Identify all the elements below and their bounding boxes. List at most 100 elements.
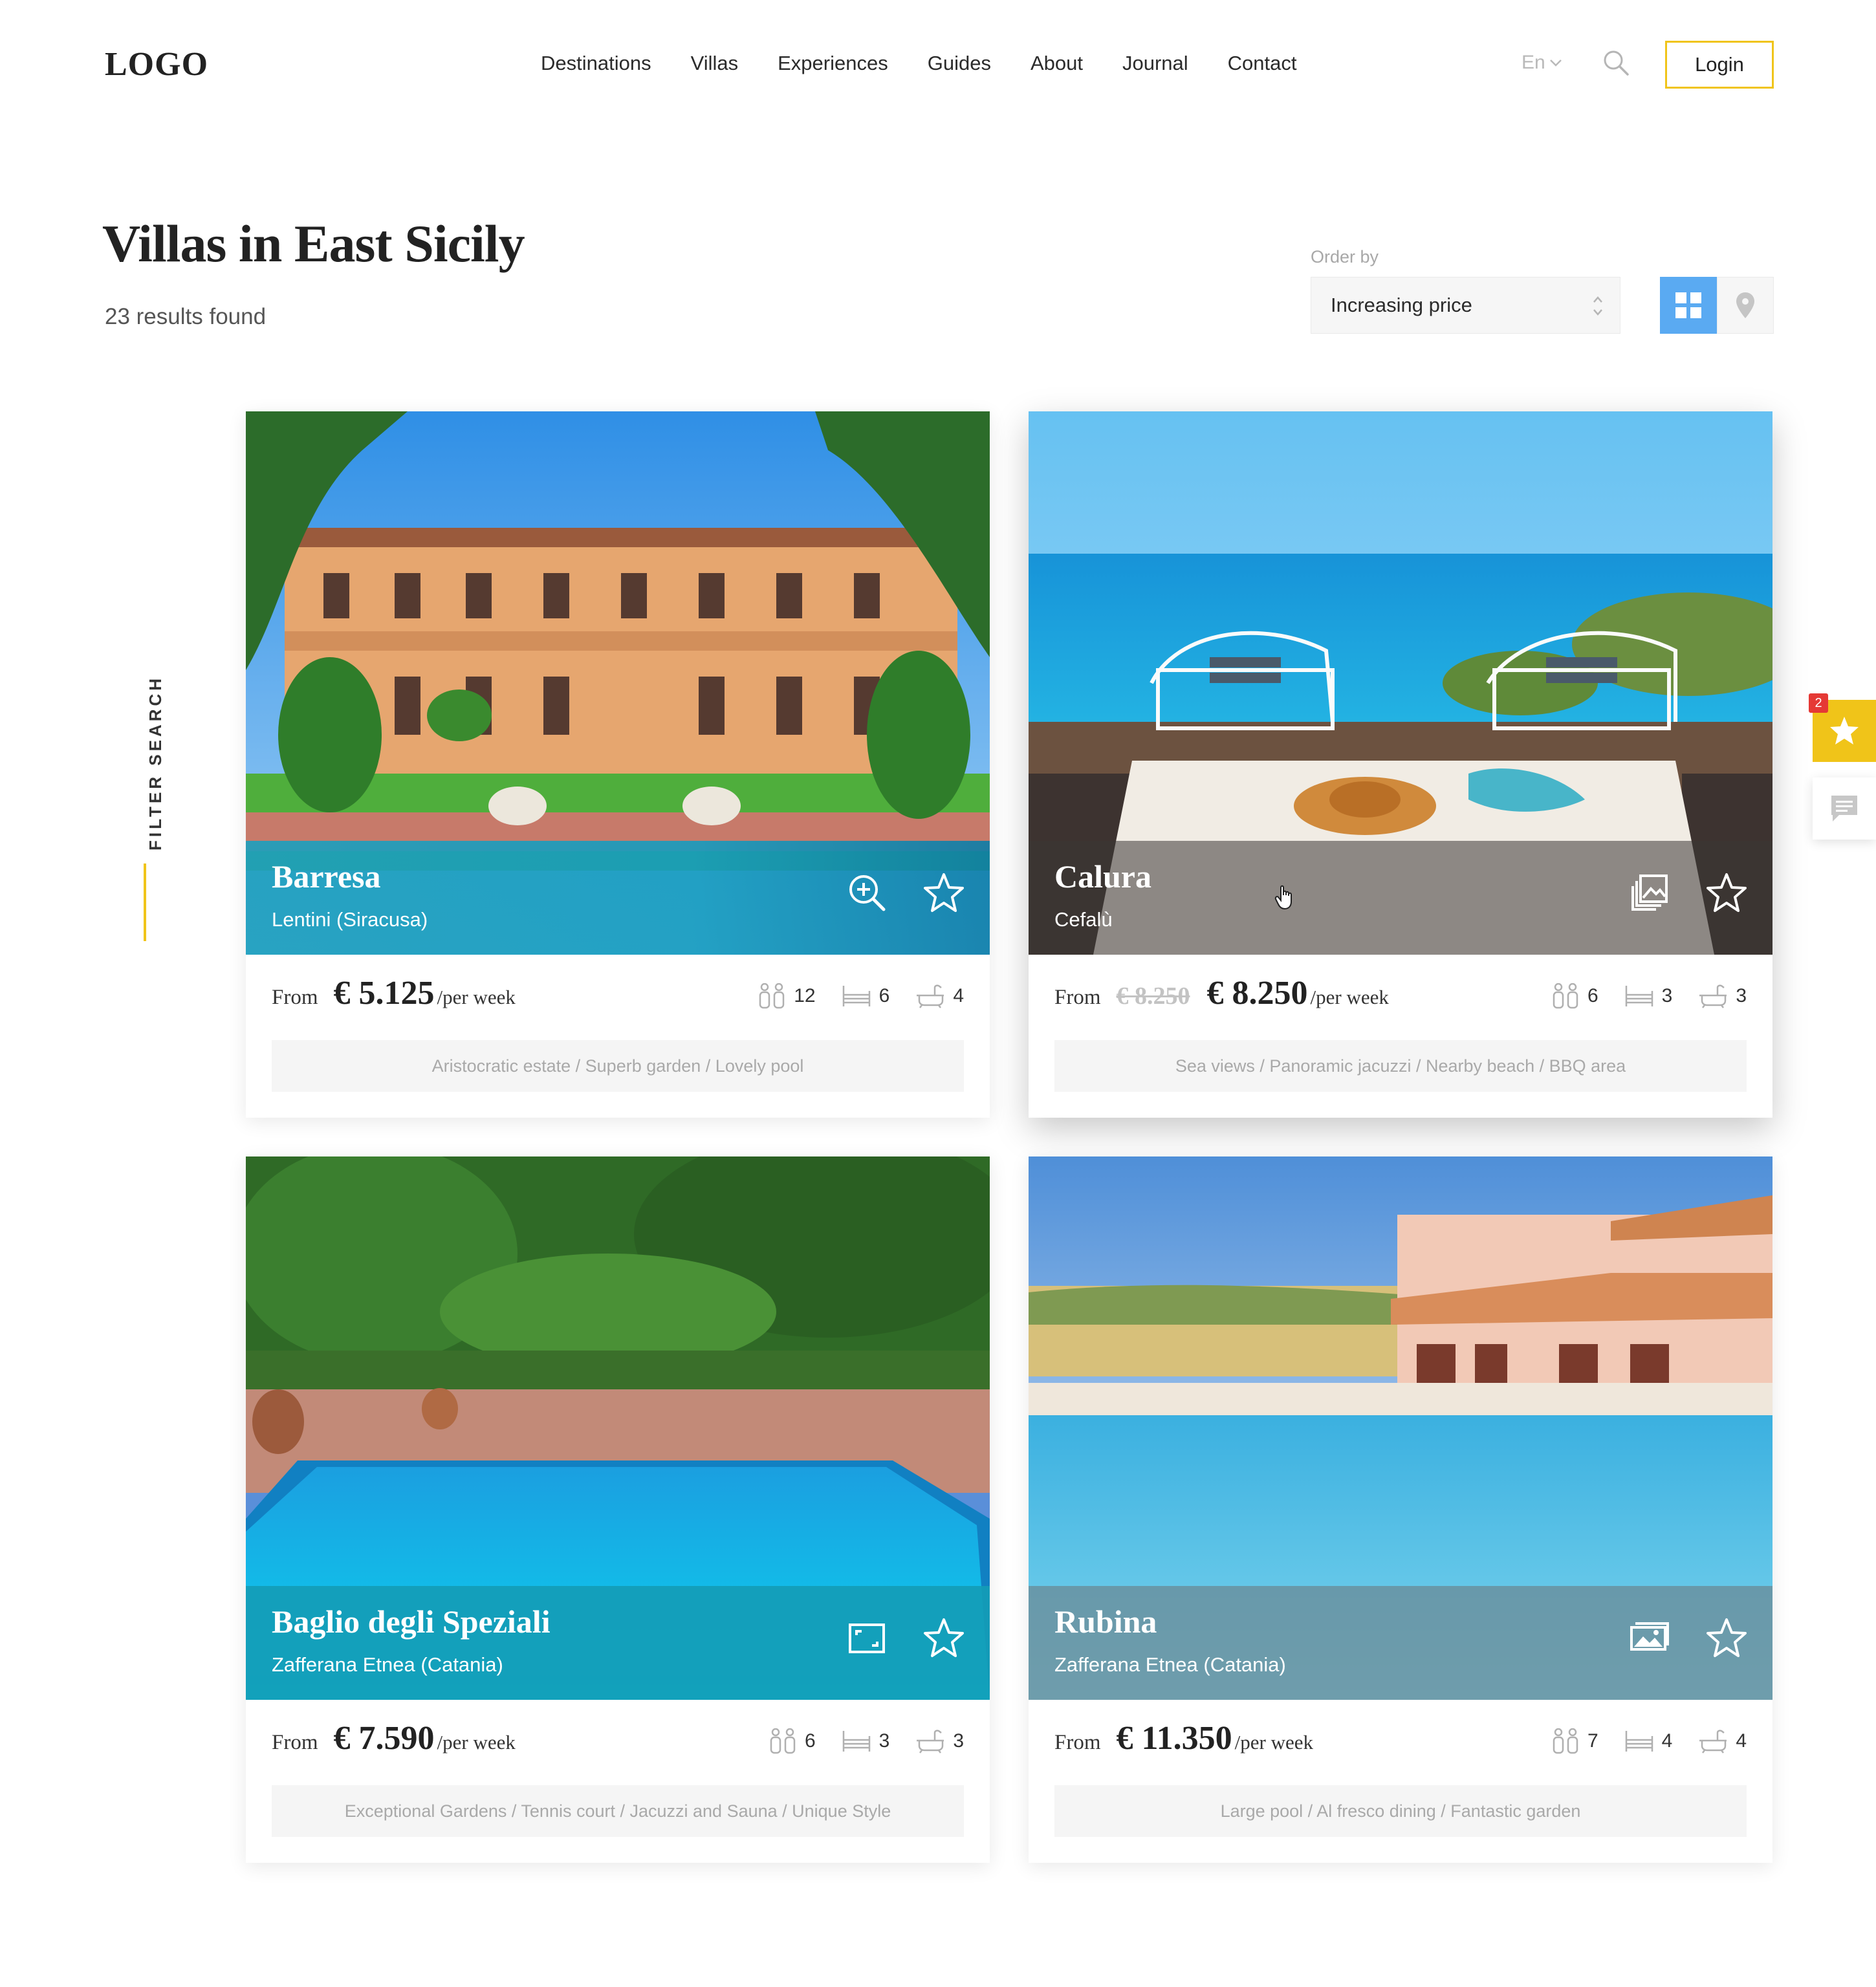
bathtub-icon (917, 984, 944, 1008)
favorite-star-icon[interactable] (1705, 1617, 1748, 1660)
from-label: From (1054, 986, 1101, 1009)
bedrooms-count: 4 (1661, 1730, 1673, 1752)
grid-view-button[interactable] (1660, 277, 1717, 334)
villa-highlights: Large pool / Al fresco dining / Fantasti… (1054, 1785, 1747, 1837)
bathrooms-stat: 3 (1698, 984, 1747, 1008)
page-title: Villas in East Sicily (102, 214, 525, 273)
villa-name[interactable]: Calura (1054, 858, 1151, 895)
bathrooms-count: 3 (953, 1730, 964, 1752)
villa-stats: 12 6 4 (758, 983, 964, 1009)
bedrooms-count: 3 (878, 1730, 890, 1752)
bedrooms-stat: 4 (1624, 1730, 1673, 1753)
nav-contact[interactable]: Contact (1228, 52, 1297, 75)
guests-count: 6 (804, 1730, 816, 1752)
villa-stats: 6 3 3 (769, 1728, 964, 1754)
nav-guides[interactable]: Guides (928, 52, 991, 75)
villa-name[interactable]: Baglio degli Speziali (272, 1603, 551, 1640)
login-button[interactable]: Login (1665, 41, 1774, 89)
hand-cursor-icon (1274, 885, 1292, 910)
price-period: /per week (437, 986, 516, 1008)
bathrooms-stat: 3 (915, 1729, 964, 1754)
bathtub-icon (917, 1730, 944, 1754)
image-icon[interactable] (1629, 1617, 1670, 1658)
results-count: 23 results found (105, 304, 267, 329)
filter-accent-bar (144, 863, 146, 941)
price-value: € 11.350 (1116, 1720, 1232, 1757)
nav-about[interactable]: About (1031, 52, 1083, 75)
villa-stats: 7 4 4 (1551, 1728, 1747, 1754)
guests-icon (759, 983, 785, 1009)
language-selector[interactable]: En (1522, 52, 1562, 74)
zoom-in-icon[interactable] (846, 872, 888, 913)
favorite-star-icon[interactable] (1705, 872, 1748, 915)
bedrooms-count: 6 (878, 985, 890, 1006)
messages-tab[interactable] (1813, 777, 1876, 840)
villa-card-barresa[interactable]: Barresa Lentini (Siracusa) From € 5.125 … (246, 411, 990, 1118)
villa-name[interactable]: Barresa (272, 858, 380, 895)
price-period: /per week (1234, 1731, 1314, 1754)
logo[interactable]: LOGO (105, 45, 208, 83)
bedrooms-stat: 3 (842, 1730, 890, 1753)
guests-stat: 7 (1551, 1728, 1598, 1754)
guests-stat: 6 (1551, 983, 1598, 1009)
guests-icon (1553, 983, 1578, 1009)
language-label: En (1522, 52, 1545, 73)
bedrooms-count: 3 (1661, 985, 1673, 1006)
nav-destinations[interactable]: Destinations (541, 52, 651, 75)
search-icon[interactable] (1602, 49, 1630, 76)
filter-search-toggle[interactable]: FILTER SEARCH (116, 675, 175, 941)
bathrooms-count: 4 (953, 985, 964, 1006)
villa-name[interactable]: Rubina (1054, 1603, 1157, 1640)
from-label: From (1054, 1731, 1101, 1754)
favorite-star-icon[interactable] (922, 1617, 965, 1660)
grid-icon (1675, 292, 1701, 318)
guests-icon (1553, 1728, 1578, 1754)
gallery-icon[interactable] (1629, 872, 1670, 913)
villa-location: Lentini (Siracusa) (272, 908, 428, 931)
bedrooms-stat: 6 (842, 984, 890, 1008)
villa-location: Zafferana Etnea (Catania) (272, 1653, 503, 1676)
guests-count: 7 (1587, 1730, 1598, 1752)
guests-stat: 6 (769, 1728, 816, 1754)
bed-icon (842, 1731, 870, 1752)
guests-count: 6 (1587, 985, 1598, 1006)
villa-highlights: Sea views / Panoramic jacuzzi / Nearby b… (1054, 1040, 1747, 1092)
price-value: € 7.590 (333, 1720, 435, 1757)
bathrooms-stat: 4 (915, 984, 964, 1008)
message-icon (1831, 796, 1857, 821)
bedrooms-stat: 3 (1624, 984, 1673, 1008)
nav-villas[interactable]: Villas (691, 52, 739, 75)
bed-icon (1625, 1731, 1653, 1752)
order-by-value: Increasing price (1331, 294, 1472, 316)
price-value: € 5.125 (333, 975, 435, 1012)
villa-highlights: Exceptional Gardens / Tennis court / Jac… (272, 1785, 964, 1837)
map-view-button[interactable] (1717, 277, 1774, 334)
nav-journal[interactable]: Journal (1122, 52, 1188, 75)
bed-icon (842, 986, 870, 1006)
order-by-label: Order by (1311, 247, 1379, 266)
map-pin-icon (1736, 292, 1754, 318)
price-period: /per week (1310, 986, 1389, 1008)
bathtub-icon (1699, 984, 1727, 1008)
villa-card-baglio-degli-speziali[interactable]: Baglio degli Speziali Zafferana Etnea (C… (246, 1156, 990, 1863)
nav-experiences[interactable]: Experiences (778, 52, 888, 75)
favorite-star-icon[interactable] (922, 872, 965, 915)
villa-card-rubina[interactable]: Rubina Zafferana Etnea (Catania) From € … (1029, 1156, 1772, 1863)
filter-search-label: FILTER SEARCH (146, 675, 165, 851)
fullscreen-icon[interactable] (846, 1617, 888, 1658)
bathtub-icon (1699, 1730, 1727, 1754)
from-label: From (272, 1731, 318, 1754)
favorites-count-badge: 2 (1809, 693, 1828, 713)
main-nav: Destinations Villas Experiences Guides A… (541, 52, 1297, 75)
bed-icon (1625, 986, 1653, 1006)
guests-icon (770, 1728, 796, 1754)
from-label: From (272, 986, 318, 1009)
chevron-down-icon (1549, 60, 1562, 67)
villa-highlights: Aristocratic estate / Superb garden / Lo… (272, 1040, 964, 1092)
bathrooms-stat: 4 (1698, 1729, 1747, 1754)
villa-card-calura[interactable]: Calura Cefalù From € 8.250 € 8.250 /per … (1029, 411, 1772, 1118)
order-by-select[interactable]: Increasing price (1311, 277, 1620, 334)
price-value: € 8.250 (1206, 975, 1308, 1012)
star-filled-icon (1830, 717, 1859, 744)
villa-stats: 6 3 3 (1551, 983, 1747, 1009)
